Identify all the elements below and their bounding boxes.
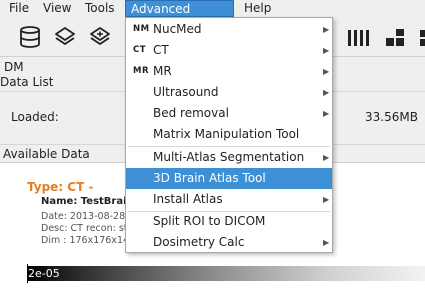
menu-item-mr[interactable]: MR MR ▶ — [126, 61, 332, 82]
data-dim: Dim : 176x176x142 — [41, 235, 136, 246]
loaded-label: Loaded: — [11, 110, 59, 124]
menu-item-label: 3D Brain Atlas Tool — [153, 171, 266, 185]
grid-icon-partial[interactable] — [418, 27, 425, 49]
menu-item-label: Multi-Atlas Segmentation — [153, 150, 305, 164]
menu-item-ct[interactable]: CT CT ▶ — [126, 40, 332, 61]
submenu-arrow-icon: ▶ — [323, 67, 330, 76]
loaded-size: 33.56MB — [365, 110, 418, 124]
submenu-arrow-icon: ▶ — [323, 238, 330, 247]
submenu-arrow-icon: ▶ — [323, 153, 330, 162]
colorbar-label: 2e-05 — [28, 267, 60, 280]
menu-help[interactable]: Help — [239, 0, 276, 17]
menu-item-label: MR — [153, 64, 172, 78]
layers-icon[interactable] — [53, 25, 77, 49]
submenu-arrow-icon: ▶ — [323, 195, 330, 204]
mr-tag: MR — [133, 66, 150, 76]
menu-item-nucmed[interactable]: NM NucMed ▶ — [126, 19, 332, 40]
menu-item-dosimetry-calc[interactable]: Dosimetry Calc ▶ — [126, 232, 332, 253]
layers-add-icon[interactable] — [88, 25, 112, 49]
submenu-arrow-icon: ▶ — [323, 88, 330, 97]
database-icon[interactable] — [18, 25, 42, 49]
menu-item-label: CT — [153, 43, 169, 57]
nm-tag: NM — [133, 24, 150, 34]
menu-item-label: Matrix Manipulation Tool — [153, 127, 300, 141]
menu-tools[interactable]: Tools — [80, 0, 120, 17]
available-data-title: Available Data — [3, 147, 90, 161]
columns-icon[interactable] — [346, 27, 372, 49]
menu-item-3d-brain-atlas-tool[interactable]: 3D Brain Atlas Tool — [126, 168, 332, 189]
menu-file[interactable]: File — [4, 0, 34, 17]
menu-item-label: NucMed — [153, 22, 202, 36]
menu-item-ultrasound[interactable]: Ultrasound ▶ — [126, 82, 332, 103]
menu-view[interactable]: View — [38, 0, 76, 17]
data-list-label: Data List — [0, 75, 54, 89]
submenu-arrow-icon: ▶ — [323, 46, 330, 55]
menu-item-label: Install Atlas — [153, 192, 223, 206]
menu-item-split-roi-to-dicom[interactable]: Split ROI to DICOM — [126, 211, 332, 232]
submenu-arrow-icon: ▶ — [323, 25, 330, 34]
dm-label: DM — [4, 60, 24, 74]
menu-item-label: Dosimetry Calc — [153, 235, 245, 249]
advanced-modules-dropdown: NM NucMed ▶ CT CT ▶ MR MR ▶ Ultrasound ▶… — [125, 17, 333, 253]
data-desc: Desc: CT recon: std — [41, 223, 134, 234]
ct-tag: CT — [133, 45, 147, 55]
menu-item-matrix-manipulation[interactable]: Matrix Manipulation Tool — [126, 124, 332, 145]
menu-item-multi-atlas-segmentation[interactable]: Multi-Atlas Segmentation ▶ — [126, 147, 332, 168]
menu-item-install-atlas[interactable]: Install Atlas ▶ — [126, 189, 332, 210]
data-type: Type: CT - — [27, 180, 94, 194]
data-date: Date: 2013-08-28 1 — [41, 211, 135, 222]
menu-advanced-modules[interactable]: Advanced Modules — [125, 0, 234, 33]
grid-icon[interactable] — [383, 27, 409, 49]
menu-item-label: Bed removal — [153, 106, 229, 120]
colorbar — [27, 266, 425, 281]
menu-item-label: Split ROI to DICOM — [153, 214, 266, 228]
submenu-arrow-icon: ▶ — [323, 109, 330, 118]
menu-item-bed-removal[interactable]: Bed removal ▶ — [126, 103, 332, 124]
menubar: File View Tools Advanced Modules Help — [0, 0, 425, 33]
menu-item-label: Ultrasound — [153, 85, 219, 99]
